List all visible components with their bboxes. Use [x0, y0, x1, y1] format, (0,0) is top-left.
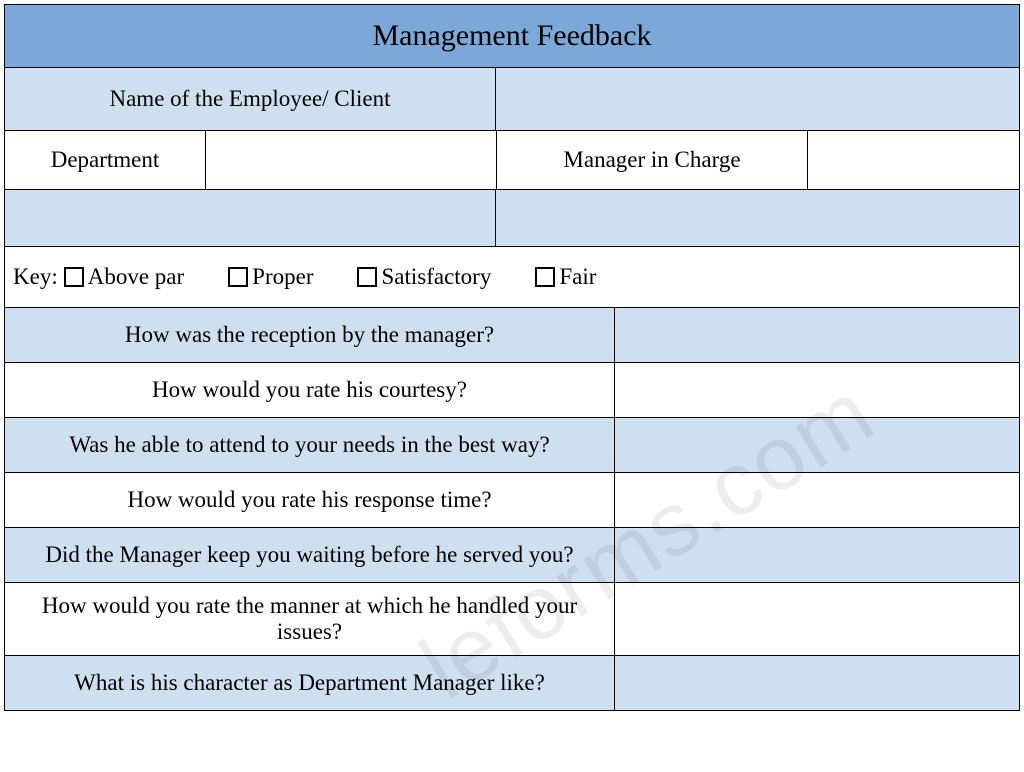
question-input[interactable] [615, 583, 1019, 655]
question-text: How would you rate the manner at which h… [5, 583, 615, 655]
question-input[interactable] [615, 418, 1019, 472]
question-row: How would you rate his courtesy? [5, 363, 1019, 418]
checkbox-icon[interactable] [64, 267, 84, 287]
name-row: Name of the Employee/ Client [5, 68, 1019, 131]
key-label: Key: [13, 264, 58, 290]
question-text: Was he able to attend to your needs in t… [5, 418, 615, 472]
spacer-row [5, 190, 1019, 247]
key-option-label: Satisfactory [381, 264, 491, 290]
key-option-above-par[interactable]: Above par [64, 264, 184, 290]
key-option-label: Above par [88, 264, 184, 290]
question-input[interactable] [615, 363, 1019, 417]
question-text: How was the reception by the manager? [5, 308, 615, 362]
question-text: How would you rate his courtesy? [5, 363, 615, 417]
key-row: Key: Above par Proper Satisfactory Fair [5, 247, 1019, 308]
question-row: How was the reception by the manager? [5, 308, 1019, 363]
question-row: What is his character as Department Mana… [5, 656, 1019, 710]
name-label: Name of the Employee/ Client [5, 68, 496, 130]
question-input[interactable] [615, 473, 1019, 527]
checkbox-icon[interactable] [535, 267, 555, 287]
question-input[interactable] [615, 528, 1019, 582]
question-row: How would you rate his response time? [5, 473, 1019, 528]
form-title: Management Feedback [5, 5, 1019, 68]
key-option-proper[interactable]: Proper [228, 264, 313, 290]
manager-input[interactable] [808, 131, 1019, 189]
key-option-label: Fair [559, 264, 596, 290]
question-text: How would you rate his response time? [5, 473, 615, 527]
form-container: Management Feedback Name of the Employee… [4, 4, 1020, 711]
question-input[interactable] [615, 656, 1019, 710]
question-text: What is his character as Department Mana… [5, 656, 615, 710]
department-row: Department Manager in Charge [5, 131, 1019, 190]
name-input[interactable] [496, 68, 1019, 130]
key-option-satisfactory[interactable]: Satisfactory [357, 264, 491, 290]
question-row: Was he able to attend to your needs in t… [5, 418, 1019, 473]
key-option-label: Proper [252, 264, 313, 290]
checkbox-icon[interactable] [357, 267, 377, 287]
question-row: How would you rate the manner at which h… [5, 583, 1019, 656]
question-row: Did the Manager keep you waiting before … [5, 528, 1019, 583]
department-label: Department [5, 131, 206, 189]
department-input[interactable] [206, 131, 497, 189]
key-option-fair[interactable]: Fair [535, 264, 596, 290]
checkbox-icon[interactable] [228, 267, 248, 287]
question-input[interactable] [615, 308, 1019, 362]
manager-label: Manager in Charge [497, 131, 808, 189]
question-text: Did the Manager keep you waiting before … [5, 528, 615, 582]
